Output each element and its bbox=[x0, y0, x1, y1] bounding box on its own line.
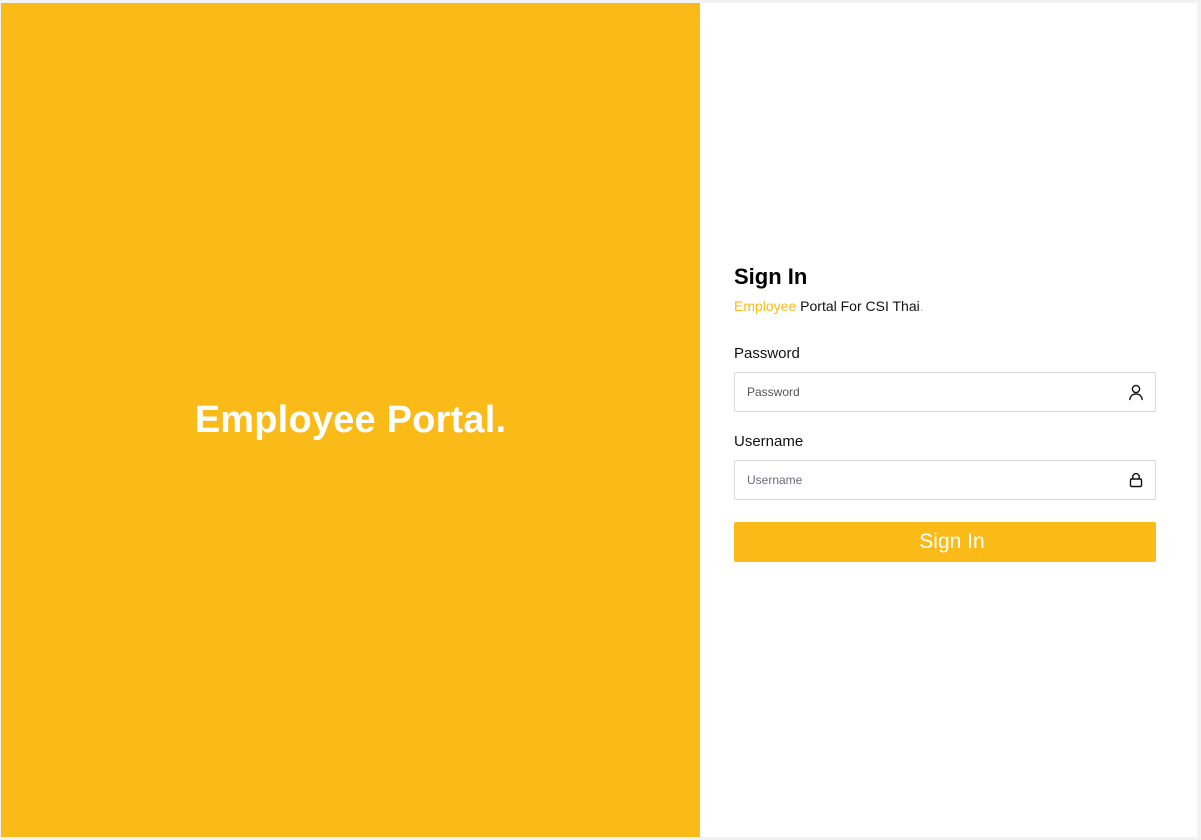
password-field-wrap bbox=[734, 372, 1156, 412]
form-subtitle: Employee Portal For CSI Thai. bbox=[734, 297, 1156, 315]
username-field-wrap bbox=[734, 460, 1156, 500]
username-label: Username bbox=[734, 433, 804, 450]
hero-title: Employee Portal. bbox=[194, 398, 507, 441]
sign-in-button[interactable]: Sign In bbox=[734, 522, 1156, 562]
lock-icon bbox=[1129, 472, 1143, 488]
sign-in-form: Sign In Employee Portal For CSI Thai. Pa… bbox=[734, 263, 1156, 562]
username-input[interactable] bbox=[735, 461, 1155, 499]
user-icon bbox=[1129, 384, 1143, 401]
password-input[interactable] bbox=[735, 373, 1155, 411]
subtitle-accent: Employee bbox=[734, 298, 797, 314]
password-label: Password bbox=[734, 345, 800, 362]
page-frame: Employee Portal. Sign In Employee Portal… bbox=[1, 3, 1197, 837]
form-title: Sign In bbox=[734, 264, 808, 289]
subtitle-text: Portal For CSI Thai bbox=[796, 298, 920, 314]
subtitle-dot: . bbox=[919, 298, 924, 314]
hero-panel: Employee Portal. bbox=[1, 3, 700, 837]
sign-in-panel: Sign In Employee Portal For CSI Thai. Pa… bbox=[700, 3, 1197, 837]
